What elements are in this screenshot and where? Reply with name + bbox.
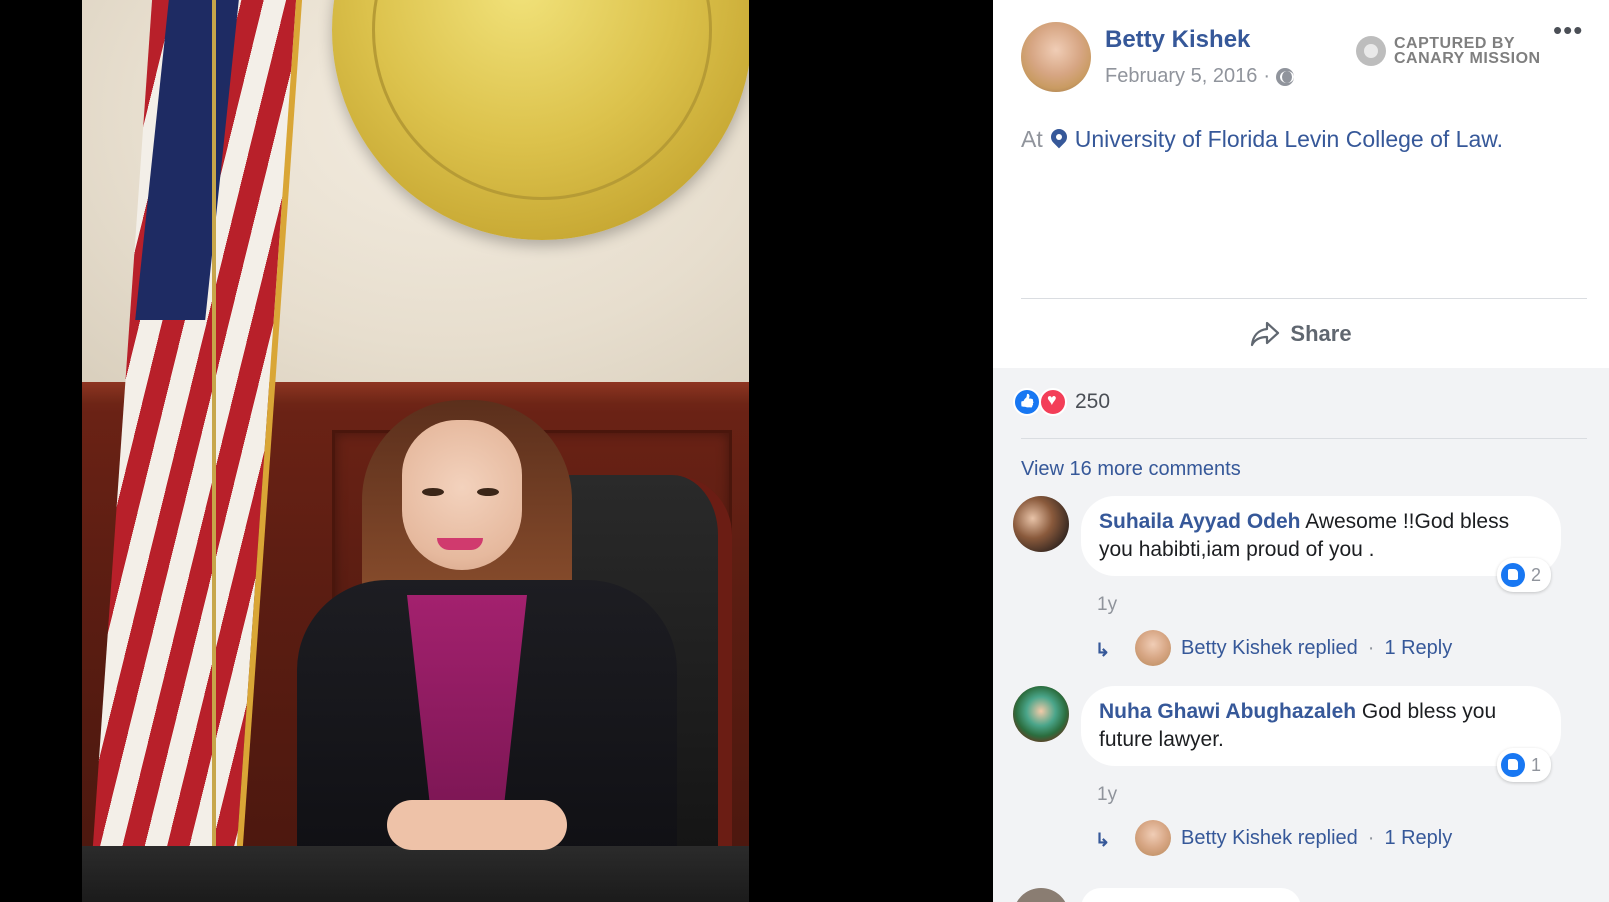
- comment-like-count[interactable]: 1: [1496, 748, 1551, 782]
- reactions-summary[interactable]: 250: [1013, 388, 1110, 416]
- comment-likes-value: 1: [1530, 755, 1541, 775]
- post-sidebar: Betty Kishek February 5, 2016 · CAPTURED…: [993, 0, 1609, 902]
- reply-arrow-icon: ↳: [1095, 830, 1111, 850]
- author-avatar[interactable]: [1021, 22, 1091, 92]
- share-button[interactable]: Share: [993, 310, 1609, 358]
- reply-arrow-icon: ↳: [1095, 640, 1111, 660]
- canary-logo-icon: [1356, 36, 1386, 66]
- view-more-comments-link[interactable]: View 16 more comments: [1021, 458, 1241, 481]
- reply-count-link[interactable]: 1 Reply: [1384, 637, 1452, 660]
- comment-bubble: Nuha Ghawi Abughazaleh God bless you fut…: [1081, 686, 1561, 782]
- photo-eye: [477, 488, 499, 496]
- comment-like-count[interactable]: 2: [1496, 558, 1551, 592]
- like-icon: [1500, 753, 1525, 777]
- reply-avatar: [1135, 630, 1171, 666]
- like-reaction-icon: [1013, 388, 1041, 416]
- reply-row[interactable]: ↳ Betty Kishek replied · 1 Reply: [1095, 820, 1452, 856]
- love-reaction-icon: [1039, 388, 1067, 416]
- comment-bubble: Suhaila Ayyad Odeh Awesome !!God bless y…: [1081, 496, 1561, 592]
- reply-avatar: [1135, 820, 1171, 856]
- divider: [1021, 298, 1587, 299]
- comment-bubble: [1081, 888, 1301, 902]
- more-options-icon[interactable]: •••: [1553, 17, 1583, 43]
- map-pin-icon: [1051, 129, 1067, 151]
- comment-author[interactable]: Nuha Ghawi Abughazaleh: [1099, 700, 1356, 723]
- post-meta: February 5, 2016 ·: [1105, 65, 1294, 88]
- commenter-avatar[interactable]: [1013, 496, 1069, 552]
- location-prefix: At: [1021, 126, 1043, 152]
- comment-time[interactable]: 1y: [1097, 784, 1117, 806]
- commenter-avatar[interactable]: [1013, 888, 1069, 902]
- post-location: At University of Florida Levin College o…: [1021, 126, 1503, 153]
- comment-author[interactable]: Suhaila Ayyad Odeh: [1099, 510, 1301, 533]
- author-name[interactable]: Betty Kishek: [1105, 26, 1250, 54]
- divider: [1021, 438, 1587, 439]
- reply-row[interactable]: ↳ Betty Kishek replied · 1 Reply: [1095, 630, 1452, 666]
- post-viewer: Betty Kishek February 5, 2016 · CAPTURED…: [0, 0, 1609, 902]
- reply-author: Betty Kishek replied: [1181, 826, 1358, 849]
- watermark-line1: CAPTURED BY: [1394, 35, 1516, 52]
- share-label: Share: [1290, 321, 1352, 346]
- reply-separator: ·: [1367, 636, 1375, 659]
- photo-lips: [437, 538, 483, 550]
- watermark-text: CAPTURED BY CANARY MISSION: [1394, 35, 1541, 67]
- post-photo[interactable]: [82, 0, 749, 902]
- reply-author: Betty Kishek replied: [1181, 636, 1358, 659]
- photo-eye: [422, 488, 444, 496]
- reply-count-link[interactable]: 1 Reply: [1384, 827, 1452, 850]
- canary-mission-watermark: CAPTURED BY CANARY MISSION: [1356, 35, 1541, 67]
- comment-time[interactable]: 1y: [1097, 594, 1117, 616]
- photo-flagpole: [212, 0, 216, 870]
- reply-separator: ·: [1367, 826, 1375, 849]
- photo-desk: [82, 846, 749, 902]
- commenter-avatar[interactable]: [1013, 686, 1069, 742]
- post-date[interactable]: February 5, 2016: [1105, 65, 1257, 88]
- like-icon: [1500, 563, 1525, 587]
- reaction-count: 250: [1075, 390, 1111, 413]
- comments-area: 250 View 16 more comments Suhaila Ayyad …: [993, 368, 1609, 902]
- meta-separator: ·: [1263, 65, 1270, 87]
- share-icon: [1251, 321, 1280, 347]
- comment-likes-value: 2: [1530, 565, 1541, 585]
- watermark-line2: CANARY MISSION: [1394, 50, 1541, 67]
- photo-hands: [387, 800, 567, 850]
- location-link[interactable]: University of Florida Levin College of L…: [1075, 126, 1503, 153]
- globe-icon: [1276, 67, 1294, 86]
